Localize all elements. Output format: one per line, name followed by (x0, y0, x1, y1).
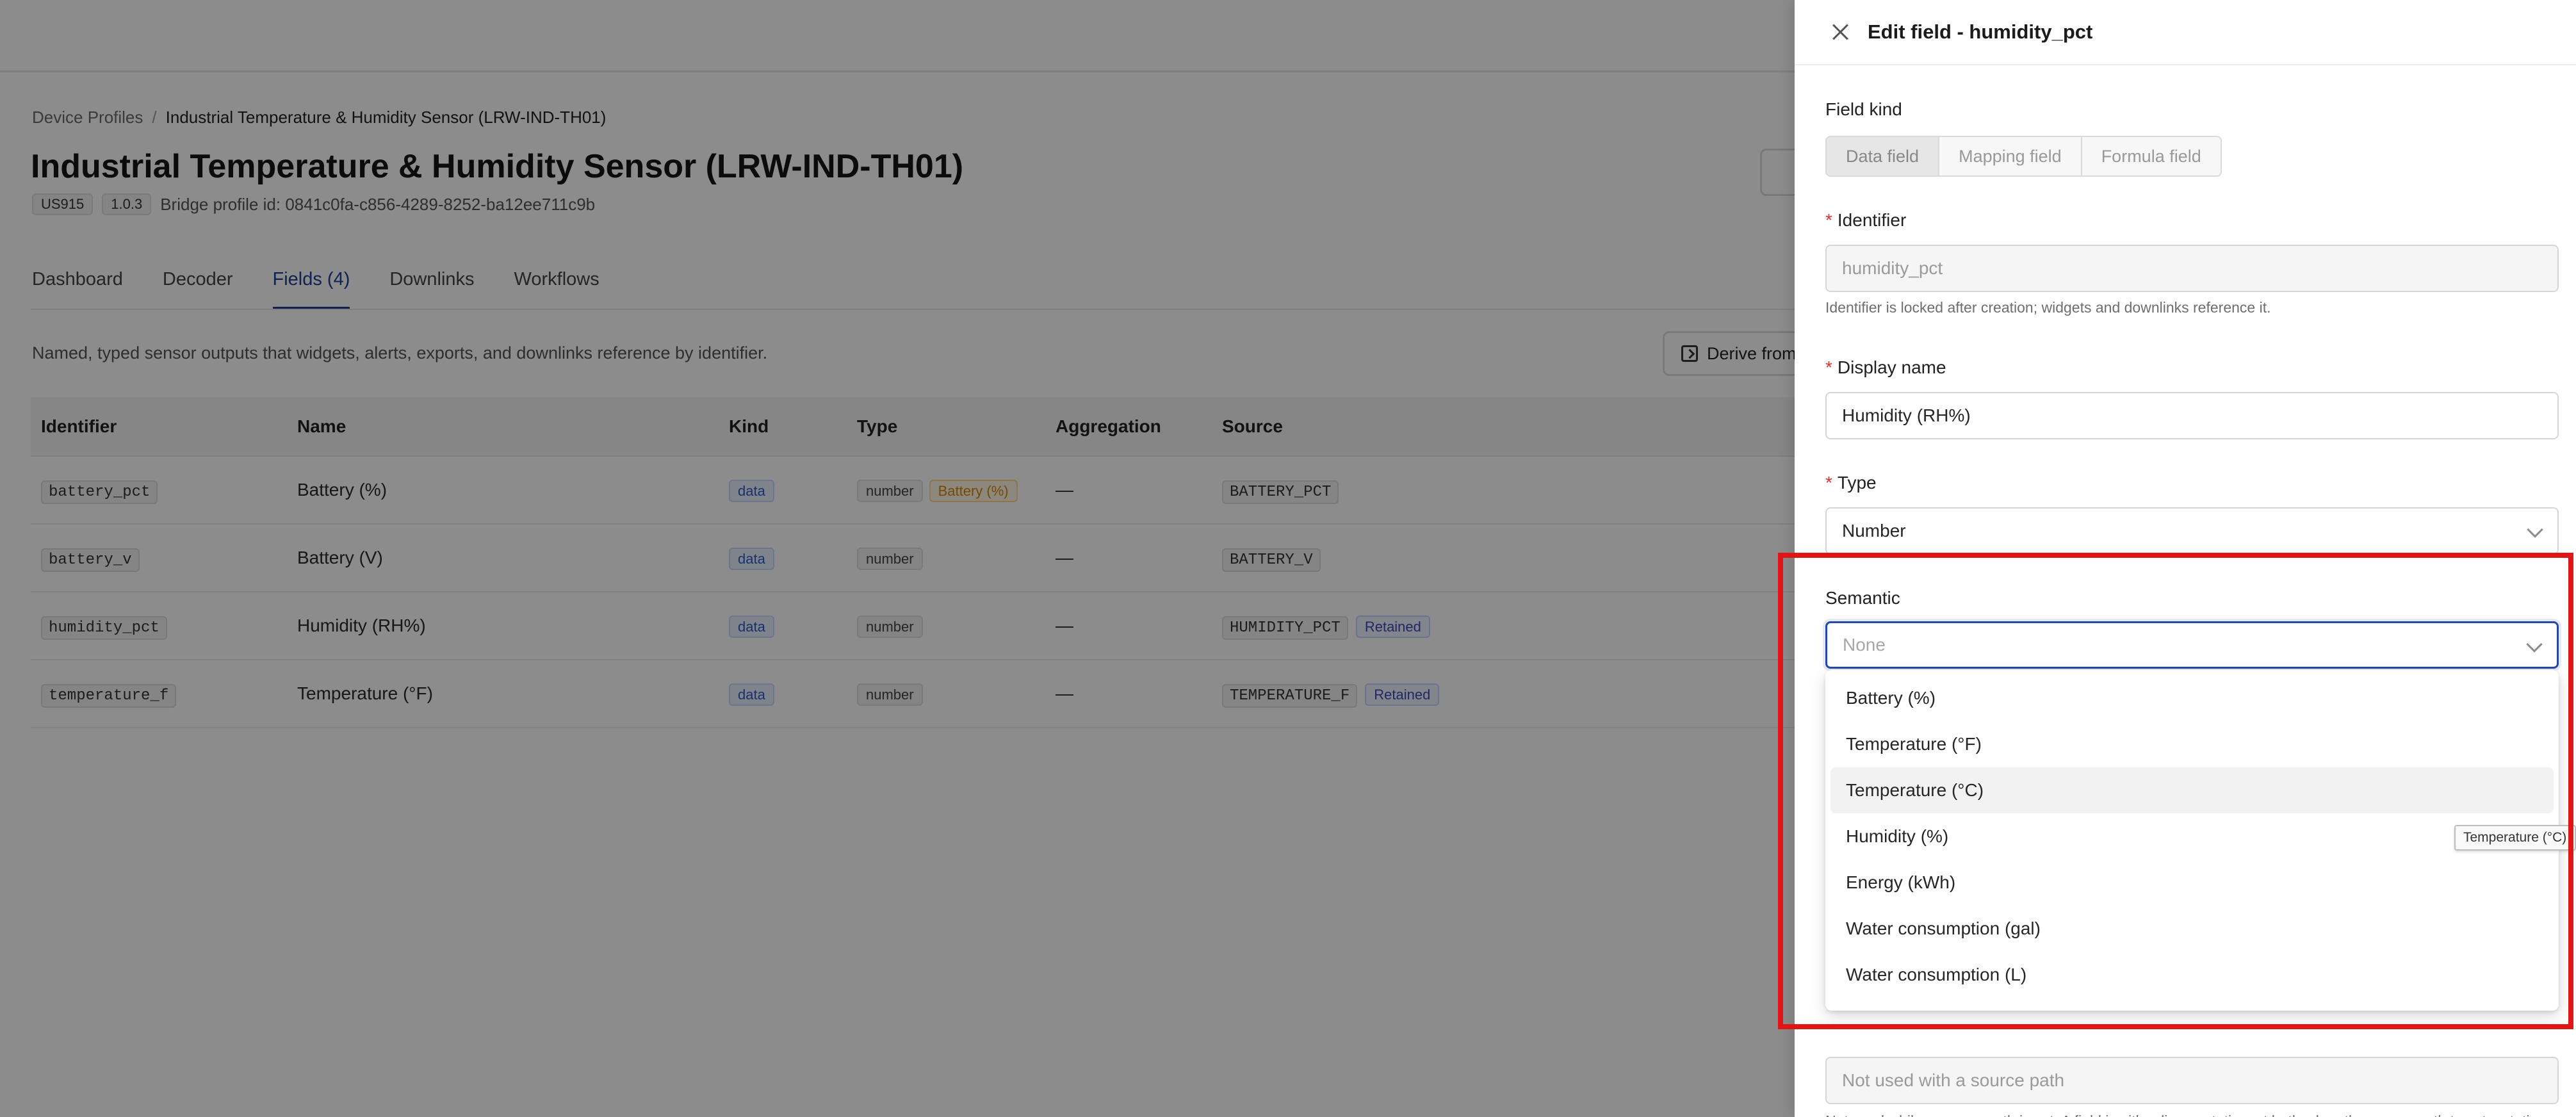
semantic-option-temperature-c[interactable]: Temperature (°C) (1830, 767, 2554, 813)
field-kind-label: Field kind (1825, 99, 1902, 119)
field-kind-selector: Data field Mapping field Formula field (1825, 136, 2222, 177)
drawer-header: Edit field - humidity_pct (1795, 0, 2576, 65)
type-select[interactable]: Number (1825, 507, 2559, 555)
type-label: * Type (1825, 473, 1877, 493)
option-tooltip: Temperature (°C) (2454, 825, 2576, 851)
drawer-title: Edit field - humidity_pct (1868, 20, 2093, 43)
field-kind-mapping[interactable]: Mapping field (1939, 137, 2082, 175)
semantic-label: Semantic (1825, 588, 1900, 608)
semantic-option-energy-kwh[interactable]: Energy (kWh) (1830, 860, 2554, 906)
required-marker: * (1825, 473, 1832, 493)
semantic-option-water-l[interactable]: Water consumption (L) (1830, 952, 2554, 998)
identifier-label: * Identifier (1825, 210, 1907, 230)
semantic-option-humidity-pct[interactable]: Humidity (%) (1830, 813, 2554, 860)
chevron-down-icon (2526, 636, 2543, 653)
close-icon[interactable] (1829, 20, 1852, 44)
drawer-mask[interactable] (0, 0, 1795, 1117)
identifier-input: humidity_pct (1825, 245, 2559, 292)
semantic-option-temperature-f[interactable]: Temperature (°F) (1830, 721, 2554, 767)
display-name-label: * Display name (1825, 357, 1946, 377)
field-kind-data[interactable]: Data field (1827, 137, 1940, 175)
semantic-dropdown-menu: Battery (%) Temperature (°F) Temperature… (1825, 670, 2559, 1011)
static-default-help: Not used while a source path is set. A f… (1825, 1108, 2559, 1117)
semantic-select[interactable]: None (1825, 621, 2559, 669)
chevron-down-icon (2527, 521, 2543, 538)
semantic-select-placeholder: None (1843, 635, 1886, 655)
semantic-option-water-gal[interactable]: Water consumption (gal) (1830, 906, 2554, 952)
static-default-input: Not used with a source path (1825, 1057, 2559, 1104)
required-marker: * (1825, 357, 1832, 377)
type-select-value: Number (1842, 521, 1906, 541)
identifier-help: Identifier is locked after creation; wid… (1825, 299, 2271, 316)
required-marker: * (1825, 210, 1832, 230)
display-name-input[interactable]: Humidity (RH%) (1825, 392, 2559, 439)
semantic-option-battery-pct[interactable]: Battery (%) (1830, 675, 2554, 721)
field-kind-formula[interactable]: Formula field (2082, 137, 2221, 175)
